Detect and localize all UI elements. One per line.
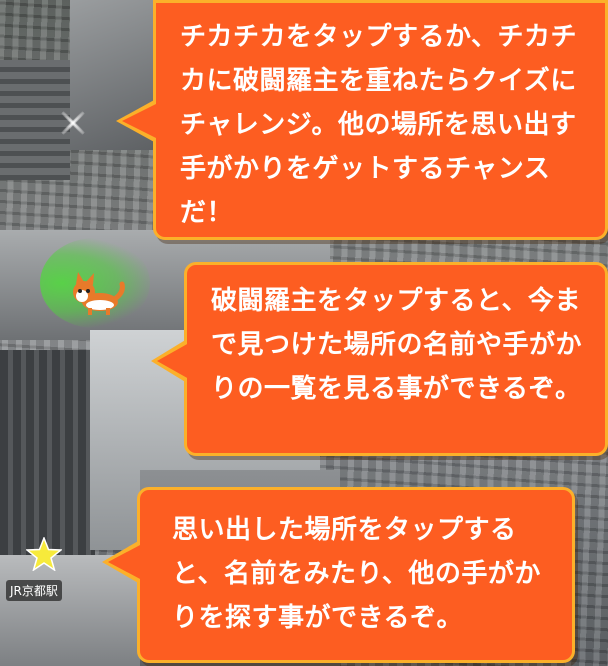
twinkle-marker-icon[interactable] xyxy=(58,108,88,138)
tutorial-bubble-quiz: チカチカをタップするか、チカチカに破闘羅主を重ねたらクイズにチャレンジ。他の場所… xyxy=(116,0,608,240)
bubble-tail-inner xyxy=(122,103,158,139)
tutorial-bubble-places: 思い出した場所をタップすると、名前をみたり、他の手がかりを探す事ができるぞ。 xyxy=(102,487,575,663)
star-icon[interactable] xyxy=(26,537,62,571)
batorasu-character-icon[interactable] xyxy=(66,270,126,318)
tutorial-text: 思い出した場所をタップすると、名前をみたり、他の手がかりを探す事ができるぞ。 xyxy=(172,515,541,633)
tutorial-bubble-character: 破闘羅主をタップすると、今まで見つけた場所の名前や手がかりの一覧を見る事ができる… xyxy=(151,262,608,456)
map-building xyxy=(0,350,95,560)
station-label[interactable]: JR京都駅 xyxy=(6,580,62,601)
bubble-tail-inner xyxy=(157,343,189,379)
tutorial-text: 破闘羅主をタップすると、今まで見つけた場所の名前や手がかりの一覧を見る事ができる… xyxy=(211,286,583,404)
tutorial-text: チカチカをタップするか、チカチカに破闘羅主を重ねたらクイズにチャレンジ。他の場所… xyxy=(180,22,577,228)
bubble-tail-inner xyxy=(108,544,142,580)
